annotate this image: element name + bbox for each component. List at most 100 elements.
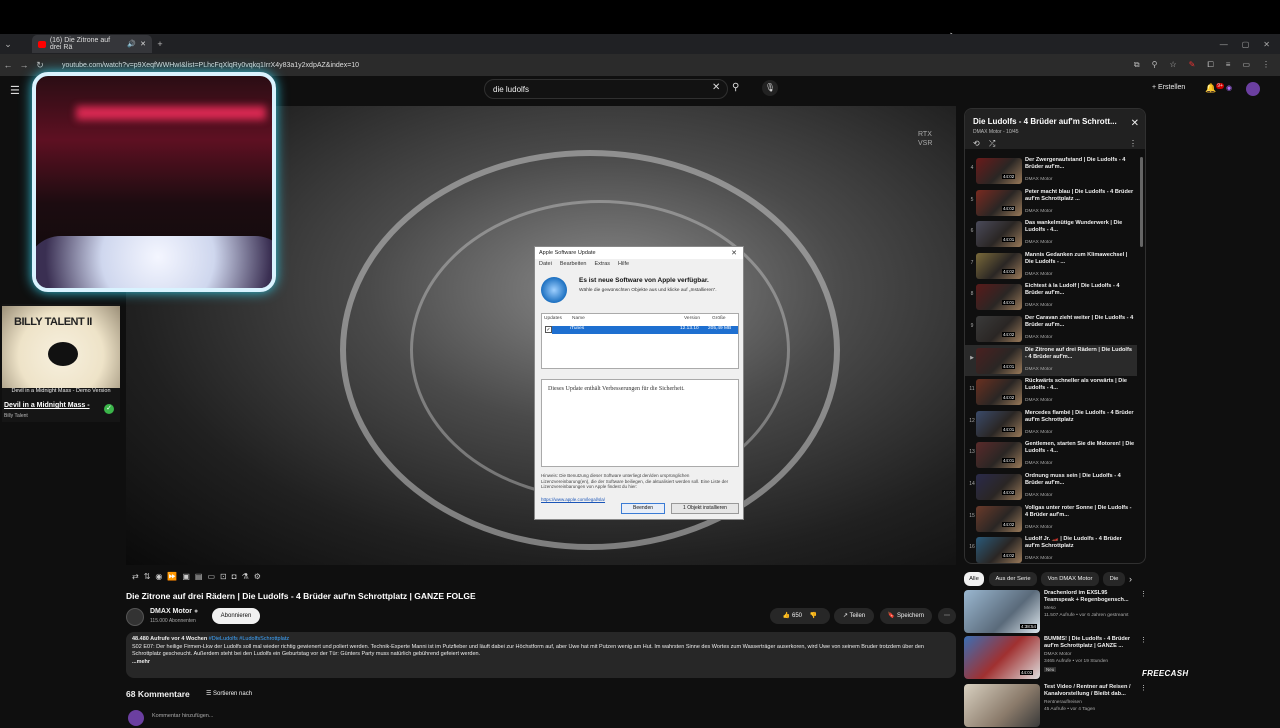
- col-name[interactable]: Name: [572, 316, 684, 324]
- notifications-bell-icon[interactable]: 🔔9+: [1205, 83, 1224, 94]
- playlist-item-title[interactable]: Ordnung muss sein | Die Ludolfs - 4 Brüd…: [1025, 473, 1135, 487]
- browser-tab-youtube[interactable]: (16) Die Zitrone auf drei Rä 🔊 ✕: [32, 35, 152, 53]
- minimize-icon[interactable]: —: [1220, 40, 1228, 49]
- browser-menu-icon[interactable]: ⋮: [1262, 60, 1270, 70]
- recommendation-channel[interactable]: DMAX Motor: [1044, 652, 1071, 657]
- dialog-menu-extras[interactable]: Extras: [594, 261, 610, 267]
- recommendation-more-icon[interactable]: ⋮: [1140, 636, 1147, 644]
- hamburger-menu-icon[interactable]: ☰: [10, 84, 20, 97]
- speed-icon[interactable]: ⏩: [167, 572, 177, 581]
- search-icon[interactable]: ⚲: [732, 82, 739, 93]
- license-link[interactable]: https://www.apple.com/legal/sla/: [541, 497, 605, 502]
- search-clear-icon[interactable]: ✕: [712, 82, 720, 93]
- playlist-item-title[interactable]: Mercedes flambé | Die Ludolfs - 4 Brüder…: [1025, 410, 1135, 424]
- share-button[interactable]: ↗ Teilen: [834, 608, 874, 624]
- chip-channel[interactable]: Von DMAX Motor: [1041, 572, 1099, 586]
- maximize-icon[interactable]: ▢: [1242, 40, 1250, 49]
- recommendation-title[interactable]: Drachenlord im EXSL95 Teamspeak + Regenb…: [1044, 590, 1136, 604]
- chip-die[interactable]: Die: [1103, 572, 1125, 586]
- playlist-item-title[interactable]: Ludolf Jr. 🏎️ | Die Ludolfs - 4 Brüder a…: [1025, 536, 1135, 550]
- playlist-item-title[interactable]: Peter macht blau | Die Ludolfs - 4 Brüde…: [1025, 189, 1135, 203]
- tab-list-icon[interactable]: ⌄: [0, 39, 16, 50]
- new-tab-icon[interactable]: +: [152, 39, 168, 49]
- col-version[interactable]: Version: [684, 316, 712, 324]
- playlist-item-title[interactable]: Die Zitrone auf drei Rädern | Die Ludolf…: [1025, 347, 1135, 361]
- install-app-icon[interactable]: ⧉: [1134, 60, 1140, 70]
- picture-icon[interactable]: ▤: [195, 572, 203, 581]
- playlist-item-title[interactable]: Vollgas unter roter Sonne | Die Ludolfs …: [1025, 505, 1135, 519]
- playlist-thumbnail[interactable]: [976, 316, 1022, 342]
- add-comment-input[interactable]: Kommentar hinzufügen...: [152, 713, 213, 719]
- playlist-item[interactable]: 5 44:02 Peter macht blau | Die Ludolfs - 4…: [965, 187, 1137, 218]
- playlist-item-title[interactable]: Gentlemen, starten Sie die Motoren! | Di…: [1025, 441, 1135, 455]
- audio-icon[interactable]: ◉: [155, 572, 162, 581]
- subscribe-button[interactable]: Abonnieren: [212, 608, 260, 624]
- mini-player-icon[interactable]: ▭: [207, 572, 215, 581]
- itunes-checkbox[interactable]: ✓: [545, 326, 552, 333]
- playlist-thumbnail[interactable]: [976, 474, 1022, 500]
- playlist-scrollbar[interactable]: [1140, 157, 1143, 247]
- extensions-puzzle-icon[interactable]: ⧠: [1207, 60, 1213, 70]
- dialog-menu-help[interactable]: Hilfe: [618, 261, 629, 267]
- save-button[interactable]: 🔖 Speichern: [880, 608, 932, 624]
- playlist-item-title[interactable]: Der Zwergenaufstand | Die Ludolfs - 4 Br…: [1025, 157, 1135, 171]
- quit-button[interactable]: Beenden: [621, 503, 665, 514]
- channel-avatar[interactable]: [126, 608, 144, 626]
- playlist-item[interactable]: 6 44:01 Das wankelmütige Wunderwerk | Die …: [965, 218, 1137, 249]
- playlist-thumbnail[interactable]: [976, 537, 1022, 563]
- recommendation-item[interactable]: Drachenlord im EXSL95 Teamspeak + Regenb…: [964, 590, 1147, 634]
- playlist-thumbnail[interactable]: [976, 410, 1022, 437]
- chip-all[interactable]: Alle: [964, 572, 984, 586]
- dialog-menu-file[interactable]: Datei: [539, 261, 552, 267]
- url-field[interactable]: youtube.com/watch?v=p9XeqfWWHwI&list=PLh…: [62, 62, 359, 69]
- playlist-item-channel[interactable]: DMAX Motor: [1025, 240, 1052, 245]
- recommendation-title[interactable]: BUMMS! | Die Ludolfs - 4 Brüder auf'm Sc…: [1044, 636, 1136, 650]
- sidebar-icon[interactable]: ▭: [1242, 60, 1250, 70]
- playlist-item[interactable]: 7 44:02 Mannis Gedanken zum Klimawechsel |…: [965, 250, 1137, 281]
- window-close-icon[interactable]: ✕: [1263, 40, 1270, 49]
- playlist-item[interactable]: 11 44:02 Rückwärts schneller als vorwärts …: [965, 376, 1137, 407]
- playlist-item[interactable]: 14 44:02 Ordnung muss sein | Die Ludolfs -…: [965, 471, 1137, 502]
- screen-icon[interactable]: ▣: [182, 572, 190, 581]
- loop-playlist-icon[interactable]: ⟲: [973, 139, 980, 148]
- camera-icon[interactable]: ◘: [232, 572, 237, 581]
- more-actions-icon[interactable]: ⋯: [938, 608, 956, 624]
- playlist-item[interactable]: 13 44:01 Gentlemen, starten Sie die Motore…: [965, 439, 1137, 470]
- playlist-item-channel[interactable]: DMAX Motor: [1025, 367, 1052, 372]
- playlist-item-channel[interactable]: DMAX Motor: [1025, 303, 1052, 308]
- table-row[interactable]: iTunes 12.13.10 205,49 MB: [552, 326, 738, 334]
- playlist-thumbnail[interactable]: [976, 221, 1022, 248]
- playlist-item[interactable]: 8 44:01 Eichtest à la Ludolf | Die Ludolfs…: [965, 281, 1137, 312]
- microphone-icon[interactable]: 🎙: [762, 80, 778, 96]
- zoom-icon[interactable]: ⚲: [1152, 60, 1158, 70]
- playlist-item-title[interactable]: Rückwärts schneller als vorwärts | Die L…: [1025, 378, 1135, 392]
- sort-comments-button[interactable]: ☰ Sortieren nach: [206, 690, 252, 697]
- hashtags[interactable]: #DieLudolfs #LudolfsSchrottplatz: [209, 636, 289, 642]
- search-input[interactable]: die ludolfs: [484, 79, 728, 99]
- playlist-item-channel[interactable]: DMAX Motor: [1025, 272, 1052, 277]
- playlist-item-channel[interactable]: DMAX Motor: [1025, 556, 1052, 561]
- playlist-item[interactable]: 4 44:02 Der Zwergenaufstand | Die Ludolfs …: [965, 155, 1137, 186]
- playlist-item-channel[interactable]: DMAX Motor: [1025, 335, 1052, 340]
- settings-gear-icon[interactable]: ⚙: [254, 572, 261, 581]
- back-icon[interactable]: ←: [0, 60, 16, 70]
- shuffle-icon[interactable]: ⤮: [989, 139, 995, 149]
- forward-icon[interactable]: →: [16, 60, 32, 70]
- install-button[interactable]: 1 Objekt installieren: [671, 503, 739, 514]
- extension-icon[interactable]: ✎: [1189, 60, 1196, 70]
- playlist-more-icon[interactable]: ⋮: [1129, 139, 1137, 148]
- playlist-item-title[interactable]: Eichtest à la Ludolf | Die Ludolfs - 4 B…: [1025, 283, 1135, 297]
- recommendation-more-icon[interactable]: ⋮: [1140, 684, 1147, 692]
- playlist-item-title[interactable]: Das wankelmütige Wunderwerk | Die Ludolf…: [1025, 220, 1135, 234]
- chip-series[interactable]: Aus der Serie: [989, 572, 1037, 586]
- playlist-item[interactable]: 15 44:02 Vollgas unter roter Sonne | Die L…: [965, 503, 1137, 534]
- playlist-item-channel[interactable]: DMAX Motor: [1025, 430, 1052, 435]
- channel-name[interactable]: DMAX Motor ●: [150, 608, 198, 615]
- like-button[interactable]: 👍 650: [783, 613, 802, 619]
- playlist-thumbnail[interactable]: [976, 442, 1022, 469]
- chips-next-icon[interactable]: ›: [1129, 574, 1132, 584]
- playlist-item[interactable]: 9 44:02 Der Caravan zieht weiter | Die Lud…: [965, 313, 1137, 344]
- sort-icon[interactable]: ⇅: [144, 572, 151, 581]
- description-more[interactable]: ...mehr: [132, 659, 950, 667]
- reload-icon[interactable]: ↻: [32, 60, 48, 71]
